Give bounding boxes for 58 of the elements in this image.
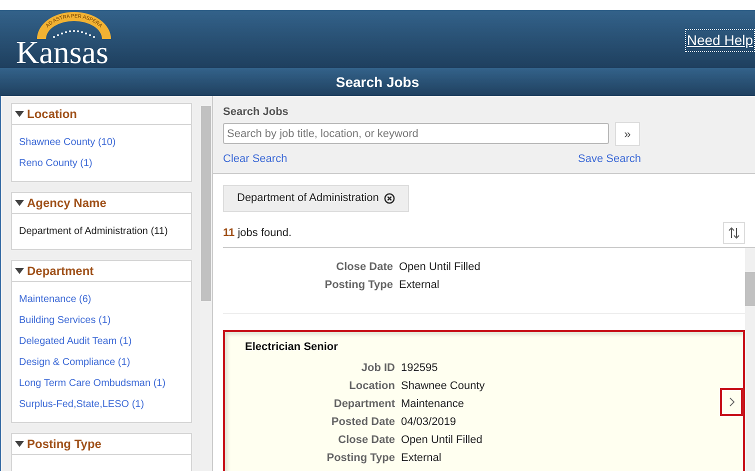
filter-link[interactable]: Design & Compliance (1) xyxy=(19,355,130,370)
filter-header[interactable]: Agency Name xyxy=(12,193,191,214)
caret-icon xyxy=(15,200,24,206)
search-label: Search Jobs xyxy=(223,105,290,120)
filter-title: Location xyxy=(27,106,77,123)
filter-link[interactable]: Building Services (1) xyxy=(19,313,111,328)
caret-icon xyxy=(15,441,24,447)
field-label: Close Date xyxy=(337,432,395,448)
filter-link[interactable]: Delegated Audit Team (1) xyxy=(19,334,132,349)
open-job-button[interactable] xyxy=(720,388,743,416)
field-label: Close Date xyxy=(335,260,393,275)
field-value: Open Until Filled xyxy=(399,260,482,275)
sort-button[interactable] xyxy=(723,222,745,244)
field-value: Shawnee County xyxy=(401,378,486,394)
field-label: Location xyxy=(348,378,395,394)
filter-link[interactable]: Maintenance (6) xyxy=(19,292,92,307)
help-link[interactable]: Need Help xyxy=(684,28,755,52)
chevron-right-icon xyxy=(728,397,734,408)
remove-icon[interactable] xyxy=(384,193,395,204)
clear-search-link[interactable]: Clear Search xyxy=(223,150,288,167)
filter-header[interactable]: Department xyxy=(12,261,191,282)
scrollbar-thumb[interactable] xyxy=(201,106,211,301)
filter-link[interactable]: Reno County (1) xyxy=(19,156,92,171)
filter-value: Department of Administration (11) xyxy=(19,225,168,239)
field-value: External xyxy=(399,278,440,293)
field-label: Job ID xyxy=(360,360,395,376)
scrollbar-thumb[interactable] xyxy=(745,272,755,306)
field-label: Posting Type xyxy=(324,278,393,293)
filter-link[interactable]: Shawnee County (10) xyxy=(19,135,116,150)
field-value: Maintenance xyxy=(401,396,465,412)
search-go-button[interactable]: » xyxy=(615,122,640,146)
field-value: 192595 xyxy=(401,360,439,376)
filter-chip[interactable]: Department of Administration xyxy=(223,185,409,212)
results-scrollbar[interactable] xyxy=(745,248,755,471)
caret-icon xyxy=(15,268,24,274)
filter-link[interactable]: Long Term Care Ombudsman (1) xyxy=(19,376,166,391)
save-search-link[interactable]: Save Search xyxy=(578,150,641,167)
filter-header[interactable]: Location xyxy=(12,104,191,125)
filter-link[interactable]: Surplus-Fed,State,LESO (1) xyxy=(19,397,144,412)
filter-title: Posting Type xyxy=(27,436,102,453)
caret-icon xyxy=(15,111,24,117)
field-label: Posting Type xyxy=(326,450,395,466)
filter-title: Department xyxy=(27,263,94,280)
filter-header[interactable]: Posting Type xyxy=(12,434,191,455)
field-label: Posted Date xyxy=(330,414,395,430)
field-value: 04/03/2019 xyxy=(401,414,458,430)
page-title: Search Jobs xyxy=(336,72,420,92)
filter-title: Agency Name xyxy=(27,195,106,212)
search-field[interactable]: Search by job title, location, or keyword xyxy=(223,123,609,144)
chip-label: Department of Administration xyxy=(237,191,379,206)
job-card[interactable]: Electrician Senior Job ID 192595 Location Shawnee County Department Maintenance Posted Date 04/03/2019 Close Date Open Until Filled Posting Type External xyxy=(223,330,745,471)
sort-icon xyxy=(728,227,740,239)
field-value: Open Until Filled xyxy=(401,432,484,448)
results-count: 11 jobs found. xyxy=(223,226,292,241)
sidebar-scrollbar[interactable] xyxy=(200,96,212,471)
job-title[interactable]: Electrician Senior xyxy=(245,339,720,356)
field-value: External xyxy=(401,450,442,466)
field-label: Department xyxy=(332,396,395,412)
